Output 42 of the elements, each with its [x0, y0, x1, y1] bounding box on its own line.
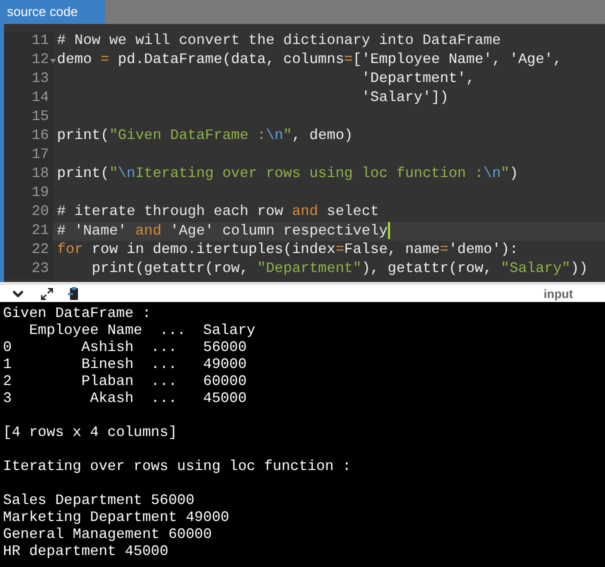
- output-line: 3 Akash ... 45000: [3, 391, 247, 408]
- code-line: 'Department',: [360, 71, 475, 87]
- input-label: input: [544, 286, 573, 303]
- output-line: Marketing Department 49000: [3, 510, 230, 528]
- line-number: 18: [32, 165, 49, 184]
- code-line: print(getattr(row, "Department"), getattr(row, "Salary")): [90, 261, 588, 278]
- line-number: 13: [32, 70, 49, 89]
- output-line: Iterating over rows using loc function :: [3, 459, 352, 476]
- line-number: 11: [32, 32, 49, 51]
- line-number: 23: [32, 260, 49, 280]
- output-line: 2 Plaban ... 60000: [3, 374, 247, 392]
- code-line: # Now we will convert the dictionary into DataFrame: [57, 33, 501, 49]
- line-number: 14: [32, 89, 49, 108]
- output-line: [4 rows x 4 columns]: [3, 425, 178, 442]
- clipboard-icon[interactable]: [68, 286, 80, 301]
- code-line: for row in demo.itertuples(index=False, name='demo'):: [57, 242, 518, 258]
- code-line: demo = pd.DataFrame(data, columns=['Employee Name', 'Age',: [57, 52, 562, 68]
- text-cursor: [388, 222, 390, 239]
- output-line: HR department 45000: [3, 544, 168, 562]
- output-line: Sales Department 56000: [3, 493, 194, 510]
- source-code-tab[interactable]: source code: [0, 0, 105, 24]
- line-number: 15: [32, 108, 49, 127]
- line-number: 12: [32, 51, 49, 70]
- expand-icon[interactable]: [40, 286, 54, 301]
- line-number: 19: [32, 184, 49, 203]
- line-number: 16: [32, 127, 49, 146]
- code-line: 'Salary']): [360, 90, 449, 106]
- line-number: 17: [32, 146, 49, 165]
- code-editor[interactable]: [0, 24, 605, 282]
- line-number: 20: [32, 203, 49, 222]
- line-number: 22: [32, 241, 49, 260]
- fold-caret-icon[interactable]: [50, 59, 56, 63]
- line-number: 21: [32, 222, 49, 242]
- output-line: 0 Ashish ... 56000: [3, 340, 247, 358]
- code-line: print("\nIterating over rows using loc function :\n"): [57, 166, 518, 182]
- output-line: Given DataFrame :: [3, 306, 151, 324]
- output-line: Employee Name ... Salary: [28, 323, 256, 340]
- output-line: 1 Binesh ... 49000: [3, 357, 247, 374]
- output-line: General Management 60000: [3, 527, 212, 544]
- code-line: print("Given DataFrame :\n", demo): [57, 128, 353, 144]
- code-line: # 'Name' and 'Age' column respectively: [57, 223, 388, 240]
- code-line: # iterate through each row and select: [57, 204, 379, 220]
